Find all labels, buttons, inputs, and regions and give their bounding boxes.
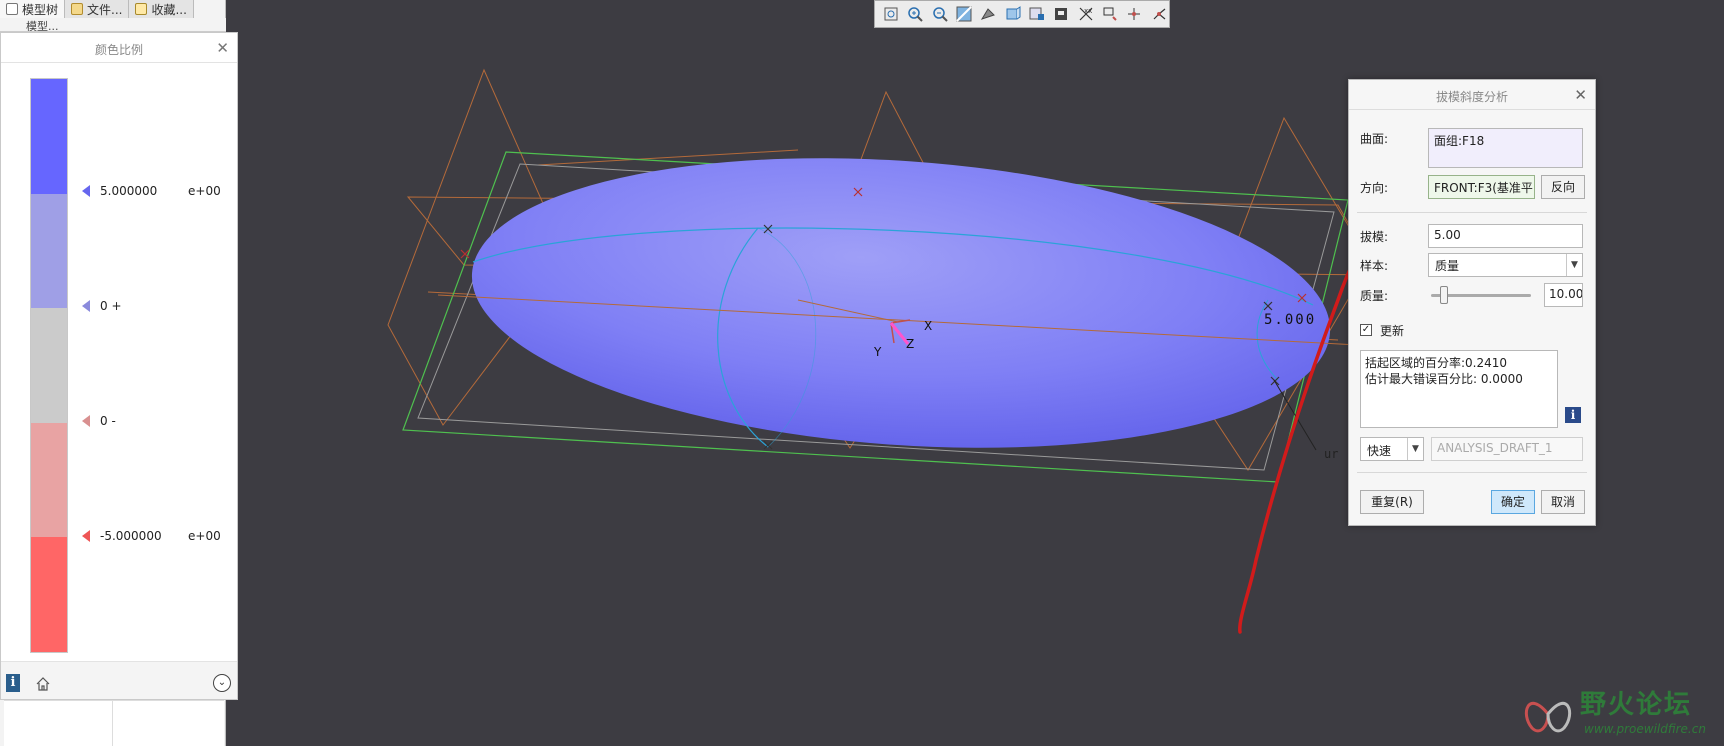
scale-segment <box>31 193 67 309</box>
sample-label: 样本: <box>1360 259 1389 273</box>
scale-segment <box>31 537 67 652</box>
tab-favorites[interactable]: 收藏... <box>129 0 194 18</box>
tab-model-tree[interactable]: 模型树 <box>0 0 66 18</box>
color-scale-panel: 颜色比例 ✕ 5.000000 e+00 0 + 0 - -5.000000 e… <box>0 32 238 700</box>
close-icon[interactable]: ✕ <box>1574 86 1587 104</box>
zoom-in-icon[interactable] <box>905 4 925 24</box>
column-divider <box>112 701 113 746</box>
color-scale-bar <box>30 78 68 653</box>
chevron-down-icon[interactable]: ⌄ <box>213 674 231 692</box>
zoom-out-icon[interactable] <box>930 4 950 24</box>
result-max-error: 估计最大错误百分比: 0.0000 <box>1365 372 1523 386</box>
dialog-titlebar: 拔模斜度分析 ✕ <box>1349 80 1595 110</box>
repaint-icon[interactable] <box>954 4 974 24</box>
model-tree-tabs: 模型树 文件... 收藏... <box>0 0 226 18</box>
scale-tick-max: 5.000000 e+00 <box>82 182 232 200</box>
tick-value: 0 - <box>96 412 178 430</box>
tick-marker-icon[interactable] <box>82 185 90 197</box>
home-icon[interactable] <box>35 676 51 692</box>
color-scale-header: 颜色比例 ✕ <box>1 33 237 63</box>
watermark-url: www.proewildfire.cn <box>1584 722 1706 736</box>
svg-text:xx: xx <box>1084 7 1092 15</box>
dialog-separator <box>1357 472 1587 473</box>
result-enclosed-percent: 括起区域的百分率:0.2410 <box>1365 356 1508 370</box>
results-area: 括起区域的百分率:0.2410 估计最大错误百分比: 0.0000 <box>1360 350 1558 428</box>
scale-tick-zero-plus: 0 + <box>82 297 232 315</box>
tick-value[interactable]: -5.000000 <box>96 527 178 545</box>
watermark-text: 野火论坛 <box>1580 690 1693 720</box>
chevron-down-icon[interactable]: ▼ <box>1407 438 1423 460</box>
tick-exponent: e+00 <box>188 184 221 198</box>
draft-analysis-dialog: 拔模斜度分析 ✕ 曲面: 面组:F18 方向: FRONT:F3(基准平 反向 … <box>1348 79 1596 526</box>
scale-tick-min: -5.000000 e+00 <box>82 527 232 545</box>
tab-label: 模型树 <box>22 2 59 17</box>
chevron-down-icon[interactable]: ▼ <box>1566 254 1582 276</box>
quality-label: 质量: <box>1360 289 1389 303</box>
compute-mode-dropdown[interactable]: 快速 ▼ <box>1360 437 1424 461</box>
tick-exponent: e+00 <box>188 529 221 543</box>
forum-logo-icon <box>1524 701 1572 733</box>
draft-value-label: 5.000 <box>1264 312 1316 328</box>
analysis-name-field[interactable]: ANALYSIS_DRAFT_1 <box>1431 437 1583 461</box>
view-toolbar: xx <box>874 0 1170 28</box>
tab-label: 收藏... <box>151 2 187 17</box>
model-tree-header: 模型... <box>0 18 226 32</box>
display-style-icon[interactable] <box>978 4 998 24</box>
ok-button[interactable]: 确定 <box>1491 490 1535 514</box>
dialog-separator <box>1357 212 1587 213</box>
axis-y-label: Y <box>873 345 882 359</box>
tick-value: 0 + <box>96 297 178 315</box>
sample-dropdown[interactable]: 质量 ▼ <box>1428 253 1583 277</box>
csys-display-icon[interactable] <box>1149 4 1169 24</box>
direction-collector[interactable]: FRONT:F3(基准平 <box>1428 175 1535 199</box>
info-icon[interactable]: i <box>1565 407 1581 423</box>
quality-slider[interactable] <box>1431 286 1531 304</box>
datum-display-icon[interactable] <box>1051 4 1071 24</box>
color-scale-title: 颜色比例 <box>94 43 143 57</box>
folder-icon <box>71 3 84 15</box>
spin-center-icon[interactable] <box>1100 4 1120 24</box>
scale-segment <box>31 422 67 538</box>
tab-files[interactable]: 文件... <box>65 0 130 18</box>
sample-selected-value: 质量 <box>1435 259 1460 273</box>
update-label: 更新 <box>1380 324 1405 338</box>
draft-angle-input[interactable]: 5.00 <box>1428 224 1583 248</box>
repeat-button[interactable]: 重复(R) <box>1360 490 1424 514</box>
refit-icon[interactable] <box>881 4 901 24</box>
scale-segment <box>31 79 67 194</box>
axis-z-label: Z <box>906 337 914 351</box>
saved-orientations-icon[interactable] <box>1003 4 1023 24</box>
point-display-icon[interactable] <box>1124 4 1144 24</box>
slider-thumb[interactable] <box>1440 286 1449 304</box>
surface-label: 曲面: <box>1360 132 1389 146</box>
update-checkbox[interactable]: ✓ <box>1360 324 1372 336</box>
close-icon[interactable]: ✕ <box>216 39 229 57</box>
tab-label: 文件... <box>87 2 123 17</box>
dialog-title: 拔模斜度分析 <box>1435 90 1508 104</box>
forum-watermark: 野火论坛 www.proewildfire.cn <box>1512 680 1724 746</box>
axis-x-label: X <box>924 319 932 333</box>
quality-input[interactable]: 10.00 <box>1544 283 1583 307</box>
tick-value[interactable]: 5.000000 <box>96 182 178 200</box>
model-tree-content <box>4 700 224 746</box>
mode-selected-value: 快速 <box>1367 444 1392 458</box>
scale-segment <box>31 308 67 423</box>
ellipsoid-surface <box>437 158 1359 448</box>
info-icon[interactable]: i <box>6 674 20 692</box>
annotation-display-icon[interactable]: xx <box>1076 4 1096 24</box>
flip-direction-button[interactable]: 反向 <box>1541 175 1585 199</box>
draft-label: 拔模: <box>1360 230 1389 244</box>
direction-label: 方向: <box>1360 181 1389 195</box>
tick-marker-icon[interactable] <box>82 300 90 312</box>
scale-tick-zero-minus: 0 - <box>82 412 232 430</box>
color-scale-footer: i ⌄ <box>1 661 237 699</box>
cancel-button[interactable]: 取消 <box>1541 490 1585 514</box>
tick-marker-icon[interactable] <box>82 415 90 427</box>
favorites-icon <box>135 3 148 15</box>
side-text: ur <box>1324 447 1338 461</box>
model-tree-icon <box>6 3 18 15</box>
surface-collector[interactable]: 面组:F18 <box>1428 128 1583 168</box>
tick-marker-icon[interactable] <box>82 530 90 542</box>
view-manager-icon[interactable] <box>1027 4 1047 24</box>
